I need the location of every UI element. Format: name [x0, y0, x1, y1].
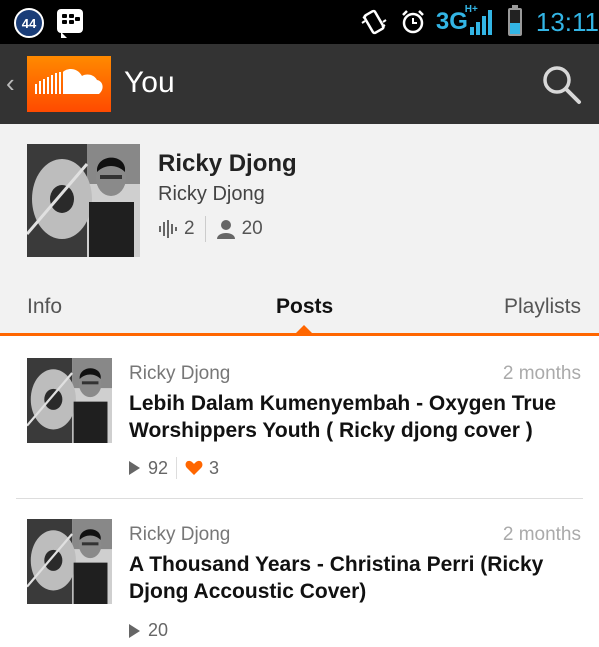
- post-title[interactable]: Lebih Dalam Kumenyembah - Oxygen True Wo…: [129, 390, 589, 444]
- status-bar: 44 3G H+ 13:11: [0, 0, 599, 44]
- page-title: You: [124, 66, 175, 99]
- post-stats: 20: [129, 620, 168, 641]
- stats-divider: [176, 457, 178, 479]
- battery-icon: [507, 5, 522, 36]
- network-type-label: 3G H+: [435, 4, 478, 35]
- play-icon: [129, 461, 140, 475]
- heart-icon: [185, 460, 203, 475]
- post-time: 2 months: [502, 524, 581, 545]
- soundcloud-logo[interactable]: [27, 56, 111, 112]
- notification-count-badge: 44: [14, 8, 44, 38]
- post-stats: 92 3: [129, 457, 219, 479]
- bbm-icon: [57, 9, 83, 38]
- post-time: 2 months: [502, 363, 581, 384]
- play-icon: [129, 623, 140, 638]
- followers-stat[interactable]: 20: [216, 218, 263, 240]
- profile-stats: 2 20: [158, 216, 263, 242]
- profile-display-name: Ricky Djong: [158, 150, 297, 177]
- tracks-stat[interactable]: 2: [158, 218, 195, 240]
- list-item[interactable]: Ricky Djong 2 months Lebih Dalam Kumenye…: [0, 339, 599, 499]
- selected-tab-indicator: [296, 325, 312, 333]
- waveform-icon: [159, 220, 177, 238]
- tab-playlists[interactable]: Playlists: [504, 295, 581, 319]
- plays-count: 92: [148, 457, 169, 478]
- tab-posts[interactable]: Posts: [276, 295, 333, 319]
- likes-stat: 3: [185, 458, 219, 479]
- followers-count: 20: [241, 218, 263, 239]
- post-username[interactable]: Ricky Djong: [129, 524, 230, 546]
- tracks-count: 2: [184, 218, 195, 239]
- profile-header: Ricky Djong Ricky Djong 2 20: [0, 124, 599, 284]
- plays-count: 20: [148, 620, 169, 640]
- status-time: 13:11: [535, 6, 599, 37]
- search-icon[interactable]: [539, 62, 583, 106]
- track-artwork[interactable]: [27, 358, 112, 443]
- profile-tabs: Info Posts Playlists: [0, 284, 599, 336]
- likes-count: 3: [209, 457, 220, 478]
- profile-username: Ricky Djong: [158, 183, 265, 205]
- track-artwork[interactable]: [27, 519, 112, 604]
- plays-stat: 92: [129, 458, 168, 479]
- action-bar: ‹ You: [0, 44, 599, 124]
- stats-divider: [204, 216, 206, 242]
- list-divider: [16, 498, 583, 499]
- post-username[interactable]: Ricky Djong: [129, 363, 230, 385]
- plays-stat: 20: [129, 620, 168, 641]
- post-title[interactable]: A Thousand Years - Christina Perri (Rick…: [129, 551, 589, 605]
- back-chevron-icon[interactable]: ‹: [6, 68, 15, 99]
- list-item[interactable]: Ricky Djong 2 months A Thousand Years - …: [0, 500, 599, 647]
- tab-info[interactable]: Info: [27, 295, 62, 319]
- alarm-icon: [401, 10, 424, 34]
- vibrate-icon: [361, 9, 387, 35]
- person-icon: [216, 220, 235, 239]
- profile-avatar[interactable]: [27, 144, 140, 257]
